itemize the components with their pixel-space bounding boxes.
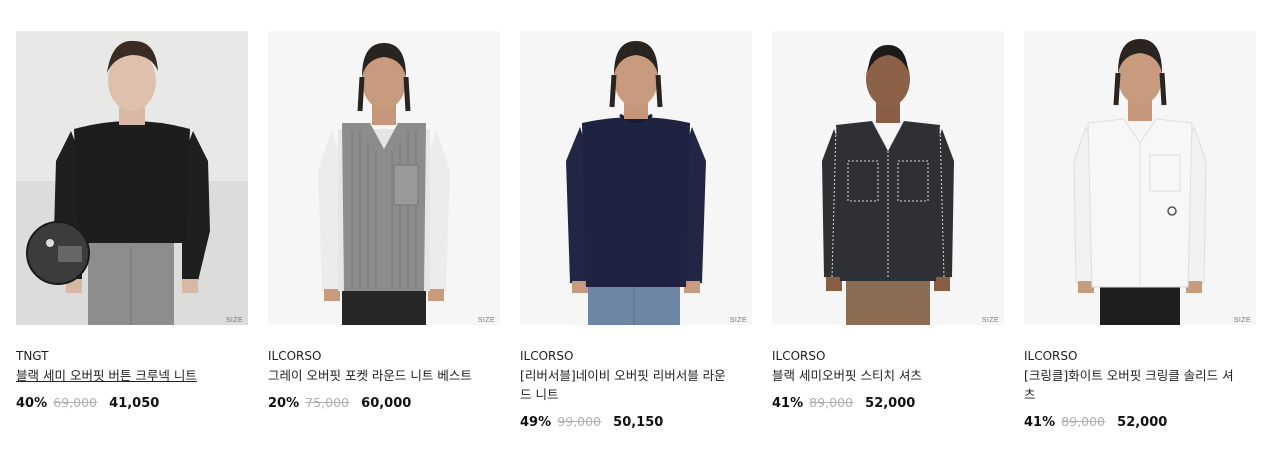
original-price: 99,000: [557, 414, 602, 429]
brand-name[interactable]: TNGT: [16, 349, 248, 363]
size-label[interactable]: SIZE: [1234, 317, 1251, 324]
product-image[interactable]: SIZE: [1024, 31, 1256, 325]
product-card[interactable]: SIZE TNGT 블랙 세미 오버핏 버튼 크루넥 니트 40% 69,000…: [16, 31, 248, 412]
product-name[interactable]: 블랙 세미 오버핏 버튼 크루넥 니트: [16, 366, 231, 385]
model-photo: [772, 31, 1004, 325]
product-image[interactable]: SIZE: [520, 31, 752, 325]
sale-price: 50,150: [613, 415, 664, 430]
brand-name[interactable]: ILCORSO: [1024, 349, 1256, 363]
size-label[interactable]: SIZE: [982, 317, 999, 324]
product-name[interactable]: [리버서블]네이비 오버핏 리버서블 라운드 니트: [520, 366, 735, 404]
size-label[interactable]: SIZE: [730, 317, 747, 324]
discount-rate: 20%: [268, 396, 300, 411]
size-label[interactable]: SIZE: [478, 317, 495, 324]
original-price: 89,000: [1061, 414, 1106, 429]
model-photo: [1024, 31, 1256, 325]
original-price: 75,000: [305, 395, 350, 410]
product-card[interactable]: SIZE ILCORSO [크링클]화이트 오버핏 크링클 솔리드 셔츠 41%…: [1024, 31, 1256, 431]
model-photo: [268, 31, 500, 325]
product-image[interactable]: SIZE: [16, 31, 248, 325]
price-row: 41% 89,000 52,000: [1024, 414, 1256, 431]
brand-name[interactable]: ILCORSO: [520, 349, 752, 363]
product-name[interactable]: 그레이 오버핏 포켓 라운드 니트 베스트: [268, 366, 483, 385]
product-card[interactable]: SIZE ILCORSO 블랙 세미오버핏 스티치 셔츠 41% 89,000 …: [772, 31, 1004, 412]
product-name[interactable]: [크링클]화이트 오버핏 크링클 솔리드 셔츠: [1024, 366, 1239, 404]
model-photo: [16, 31, 248, 325]
sale-price: 52,000: [865, 396, 916, 411]
discount-rate: 40%: [16, 396, 48, 411]
original-price: 69,000: [53, 395, 98, 410]
price-row: 41% 89,000 52,000: [772, 395, 1004, 412]
original-price: 89,000: [809, 395, 854, 410]
product-name[interactable]: 블랙 세미오버핏 스티치 셔츠: [772, 366, 987, 385]
price-row: 49% 99,000 50,150: [520, 414, 752, 431]
product-grid: SIZE TNGT 블랙 세미 오버핏 버튼 크루넥 니트 40% 69,000…: [0, 0, 1266, 462]
discount-rate: 41%: [772, 396, 804, 411]
brand-name[interactable]: ILCORSO: [268, 349, 500, 363]
size-label[interactable]: SIZE: [226, 317, 243, 324]
price-row: 40% 69,000 41,050: [16, 395, 248, 412]
product-card[interactable]: SIZE ILCORSO [리버서블]네이비 오버핏 리버서블 라운드 니트 4…: [520, 31, 752, 431]
brand-name[interactable]: ILCORSO: [772, 349, 1004, 363]
product-card[interactable]: SIZE ILCORSO 그레이 오버핏 포켓 라운드 니트 베스트 20% 7…: [268, 31, 500, 412]
sale-price: 52,000: [1117, 415, 1168, 430]
product-image[interactable]: SIZE: [772, 31, 1004, 325]
sale-price: 41,050: [109, 396, 160, 411]
product-image[interactable]: SIZE: [268, 31, 500, 325]
model-photo: [520, 31, 752, 325]
discount-rate: 49%: [520, 415, 552, 430]
price-row: 20% 75,000 60,000: [268, 395, 500, 412]
sale-price: 60,000: [361, 396, 412, 411]
discount-rate: 41%: [1024, 415, 1056, 430]
